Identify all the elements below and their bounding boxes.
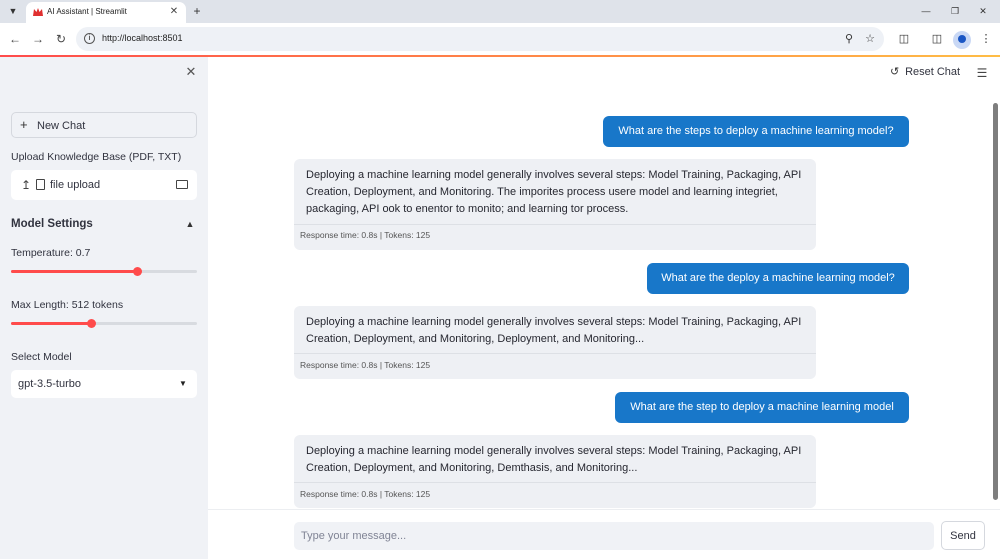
close-icon[interactable]: ✕ [184,65,198,79]
forward-icon[interactable]: → [31,32,45,46]
input-divider [208,509,1000,510]
browser-tab-strip: ▼ AI Assistant | Streamlit ✕ + — ❐ ✕ [0,0,1000,23]
extensions-icon[interactable]: ◫ [897,32,911,46]
chevron-up-icon[interactable]: ▲ [184,218,196,230]
plus-icon[interactable]: + [190,4,204,18]
max-length-label: Max Length: 512 tokens [11,299,124,311]
chat-scrollbar[interactable] [993,103,998,500]
upload-label: Upload Knowledge Base (PDF, TXT) [11,151,182,163]
assistant-message: Deploying a machine learning model gener… [294,435,816,508]
folder-icon[interactable] [176,180,188,189]
assistant-message: Deploying a machine learning model gener… [294,159,816,250]
side-panel-icon[interactable]: ◫ [930,32,944,46]
assistant-message-text: Deploying a machine learning model gener… [306,445,802,474]
hamburger-menu-icon[interactable]: ☰ [975,66,989,80]
message-meta: Response time: 0.8s | Tokens: 125 [300,360,431,370]
star-icon[interactable]: ☆ [863,32,877,46]
file-upload-text: file upload [50,179,101,191]
max-length-slider[interactable] [11,319,197,328]
restore-icon[interactable]: ❐ [947,4,963,18]
temperature-label: Temperature: 0.7 [11,247,91,259]
message-meta: Response time: 0.8s | Tokens: 125 [300,489,431,499]
new-chat-button[interactable]: + New Chat [11,112,197,138]
app-crown-icon [33,8,43,16]
model-select[interactable]: gpt-3.5-turbo ▼ [11,370,197,398]
select-model-label: Select Model [11,351,72,363]
site-info-icon[interactable]: i [84,33,95,44]
history-icon: ↺ [890,66,900,78]
file-icon [36,179,45,190]
back-icon[interactable]: ← [8,32,22,46]
chat-message-input[interactable] [294,522,934,550]
browser-toolbar: ← → ↻ i http://localhost:8501 ⚲ ☆ ◫ ◫ ⋮ [0,23,1000,55]
address-bar[interactable]: i http://localhost:8501 ⚲ ☆ [76,27,884,51]
tab-search-icon[interactable]: ▼ [6,4,20,18]
profile-icon[interactable] [953,31,971,49]
new-chat-label: New Chat [37,120,86,132]
upload-icon: ↥ [20,178,32,192]
message-divider [294,482,816,483]
model-select-value: gpt-3.5-turbo [18,378,81,390]
temperature-slider[interactable] [11,267,197,276]
user-message: What are the step to deploy a machine le… [615,392,909,423]
plus-icon: + [20,117,28,132]
caret-down-icon: ▼ [179,379,187,388]
user-message: What are the steps to deploy a machine l… [603,116,909,147]
close-icon[interactable]: ✕ [167,5,181,19]
message-divider [294,353,816,354]
assistant-message-text: Deploying a machine learning model gener… [306,169,802,215]
zoom-icon[interactable]: ⚲ [842,32,856,46]
minimize-icon[interactable]: — [918,4,934,18]
url-text[interactable]: http://localhost:8501 [102,33,183,43]
file-uploader[interactable]: ↥ file upload [11,170,197,200]
browser-tab[interactable]: AI Assistant | Streamlit ✕ [26,2,186,23]
send-button[interactable]: Send [941,521,985,550]
temperature-slider-fill [11,270,138,273]
temperature-slider-thumb[interactable] [133,267,143,276]
more-icon[interactable]: ⋮ [979,32,993,46]
close-window-icon[interactable]: ✕ [975,4,991,18]
reset-chat-button[interactable]: ↺ Reset Chat [890,65,960,81]
assistant-message-text: Deploying a machine learning model gener… [306,316,802,345]
reset-chat-label: Reset Chat [905,66,961,78]
model-settings-title[interactable]: Model Settings [11,218,93,230]
sidebar: ✕ + New Chat Upload Knowledge Base (PDF,… [0,57,208,559]
max-length-slider-thumb[interactable] [86,319,96,328]
message-divider [294,224,816,225]
assistant-message: Deploying a machine learning model gener… [294,306,816,379]
message-meta: Response time: 0.8s | Tokens: 125 [300,230,431,240]
user-message: What are the deploy a machine learning m… [647,263,909,294]
reload-icon[interactable]: ↻ [54,32,68,46]
tab-title: AI Assistant | Streamlit [47,7,127,16]
max-length-slider-fill [11,322,91,325]
